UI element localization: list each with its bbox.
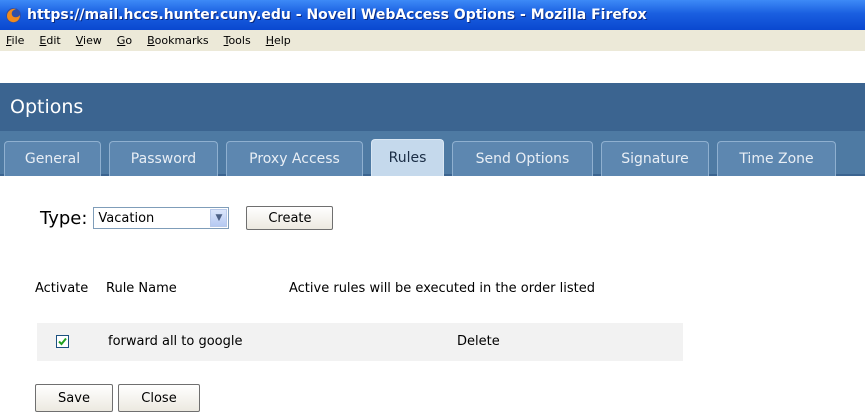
save-button[interactable]: Save — [35, 384, 113, 412]
chevron-down-icon[interactable]: ▼ — [210, 209, 228, 227]
menu-bar: File Edit View Go Bookmarks Tools Help — [0, 30, 865, 51]
menu-edit[interactable]: Edit — [33, 34, 69, 47]
rule-active-checkbox[interactable] — [56, 335, 69, 348]
create-button[interactable]: Create — [246, 206, 334, 230]
rules-panel: Type: Vacation ▼ Create Activate Rule Na… — [0, 176, 865, 414]
type-row: Type: Vacation ▼ Create — [40, 206, 334, 230]
options-header: Options — [0, 83, 865, 131]
menu-file[interactable]: File — [0, 34, 33, 47]
type-label: Type: — [40, 207, 88, 229]
checkmark-icon — [58, 337, 67, 346]
tab-password[interactable]: Password — [109, 141, 218, 176]
table-row: forward all to google Delete — [37, 323, 683, 361]
menu-go[interactable]: Go — [111, 34, 141, 47]
tab-strip: General Password Proxy Access Rules Send… — [0, 131, 865, 176]
page-title: Options — [10, 96, 84, 118]
menu-bookmarks[interactable]: Bookmarks — [141, 34, 217, 47]
tab-send-options[interactable]: Send Options — [452, 141, 593, 176]
tab-signature[interactable]: Signature — [601, 141, 709, 176]
tab-general[interactable]: General — [4, 141, 101, 176]
menu-tools[interactable]: Tools — [218, 34, 260, 47]
action-buttons: Save Close — [35, 384, 200, 412]
column-activate: Activate — [35, 281, 89, 296]
rule-type-value: Vacation — [98, 210, 155, 226]
rule-type-select[interactable]: Vacation ▼ — [93, 207, 230, 229]
column-rule-name: Rule Name — [106, 281, 177, 296]
close-button[interactable]: Close — [118, 384, 200, 412]
window-titlebar: https://mail.hccs.hunter.cuny.edu - Nove… — [0, 0, 865, 30]
window-title: https://mail.hccs.hunter.cuny.edu - Nove… — [27, 7, 647, 23]
delete-rule-link[interactable]: Delete — [457, 334, 500, 349]
tab-rules[interactable]: Rules — [371, 139, 444, 176]
menu-help[interactable]: Help — [260, 34, 300, 47]
tab-proxy-access[interactable]: Proxy Access — [226, 141, 363, 176]
tab-time-zone[interactable]: Time Zone — [717, 141, 836, 176]
rules-order-note: Active rules will be executed in the ord… — [289, 281, 595, 296]
rule-name[interactable]: forward all to google — [108, 334, 243, 349]
menu-view[interactable]: View — [70, 34, 111, 47]
firefox-icon — [5, 7, 22, 24]
